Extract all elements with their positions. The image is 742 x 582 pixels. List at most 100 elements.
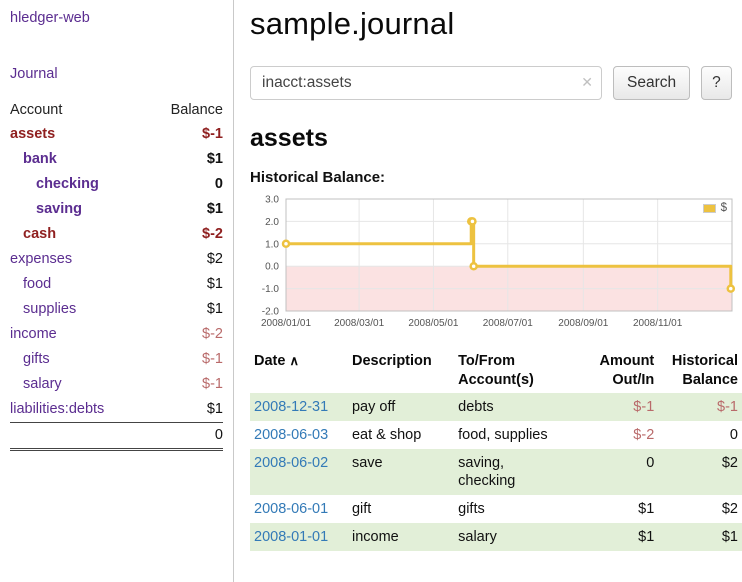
help-button[interactable]: ? (701, 66, 732, 100)
search-bar: ✕ Search ? (250, 66, 742, 100)
transaction-description: pay off (348, 393, 454, 421)
accounts-col-balance: Balance (147, 98, 223, 122)
transaction-date-link[interactable]: 2008-06-01 (254, 501, 328, 517)
transaction-description: save (348, 449, 454, 495)
app-brand-link[interactable]: hledger-web (10, 10, 223, 26)
transaction-amount: $-2 (585, 421, 658, 449)
balance-chart-svg: 3.02.01.00.0-1.0-2.02008/01/012008/03/01… (250, 191, 742, 333)
account-balance: $-1 (202, 126, 223, 142)
nav-journal-link[interactable]: Journal (10, 66, 223, 82)
register-col-date[interactable]: Date∧ (250, 349, 348, 393)
transaction-accounts: debts (454, 393, 585, 421)
account-balance: $-2 (202, 226, 223, 242)
account-balance: $1 (207, 276, 223, 292)
account-link[interactable]: salary (10, 376, 62, 393)
register-row: 2008-01-01 income salary $1 $1 (250, 523, 742, 551)
page-title: sample.journal (250, 6, 742, 42)
transaction-date-link[interactable]: 2008-12-31 (254, 399, 328, 415)
transaction-balance: $1 (658, 523, 742, 551)
search-button[interactable]: Search (613, 66, 690, 100)
transaction-accounts: gifts (454, 495, 585, 523)
account-link[interactable]: food (10, 276, 51, 293)
account-link[interactable]: bank (10, 151, 57, 168)
account-balance: 0 (215, 176, 223, 192)
account-link[interactable]: saving (10, 201, 82, 218)
sort-asc-icon: ∧ (289, 353, 299, 368)
account-balance: $1 (207, 151, 223, 167)
account-balance: $-1 (202, 376, 223, 392)
transaction-balance: $2 (658, 449, 742, 495)
register-row: 2008-06-01 gift gifts $1 $2 (250, 495, 742, 523)
accounts-table: Account Balance assets $-1 bank $1 check… (10, 98, 223, 451)
svg-text:-2.0: -2.0 (262, 307, 280, 318)
account-row: checking 0 (10, 172, 223, 197)
clear-search-icon[interactable]: ✕ (581, 74, 593, 91)
svg-text:3.0: 3.0 (265, 195, 279, 206)
accounts-col-account: Account (10, 98, 147, 122)
legend-label: $ (721, 202, 727, 214)
account-link[interactable]: income (10, 326, 57, 343)
register-col-account: To/From Account(s) (454, 349, 585, 393)
account-row: saving $1 (10, 197, 223, 222)
register-col-description: Description (348, 349, 454, 393)
svg-text:2008/05/01: 2008/05/01 (408, 318, 458, 329)
account-balance: $-1 (202, 351, 223, 367)
account-heading: assets (250, 124, 742, 153)
transaction-date-link[interactable]: 2008-01-01 (254, 529, 328, 545)
svg-text:2008/11/01: 2008/11/01 (633, 318, 683, 329)
account-row: food $1 (10, 272, 223, 297)
account-row: supplies $1 (10, 297, 223, 322)
accounts-table-header: Account Balance (10, 98, 223, 122)
transaction-balance: $2 (658, 495, 742, 523)
account-balance: $-2 (202, 326, 223, 342)
register-col-balance: Historical Balance (658, 349, 742, 393)
register-table-body: 2008-12-31 pay off debts $-1 $-1 2008-06… (250, 393, 742, 551)
account-row: income $-2 (10, 322, 223, 347)
account-link[interactable]: supplies (10, 301, 76, 318)
register-col-amount: Amount Out/In (585, 349, 658, 393)
account-link[interactable]: checking (10, 176, 99, 193)
register-row: 2008-12-31 pay off debts $-1 $-1 (250, 393, 742, 421)
svg-text:2008/01/01: 2008/01/01 (261, 318, 311, 329)
account-balance: $1 (207, 201, 223, 217)
svg-text:0.0: 0.0 (265, 262, 279, 273)
account-balance: $2 (207, 251, 223, 267)
transaction-amount: $1 (585, 523, 658, 551)
legend-swatch-icon (703, 204, 716, 213)
account-row: bank $1 (10, 147, 223, 172)
transaction-balance: 0 (658, 421, 742, 449)
account-link[interactable]: cash (10, 226, 56, 243)
svg-text:1.0: 1.0 (265, 239, 279, 250)
transaction-accounts: saving, checking (454, 449, 585, 495)
account-row: expenses $2 (10, 247, 223, 272)
transaction-description: gift (348, 495, 454, 523)
account-row: cash $-2 (10, 222, 223, 247)
account-link[interactable]: assets (10, 126, 55, 143)
accounts-total: 0 (147, 423, 223, 450)
account-row: assets $-1 (10, 122, 223, 147)
transaction-accounts: salary (454, 523, 585, 551)
svg-text:-1.0: -1.0 (262, 284, 280, 295)
transaction-date-link[interactable]: 2008-06-02 (254, 455, 328, 471)
svg-text:2.0: 2.0 (265, 217, 279, 228)
search-field-wrap: ✕ (250, 66, 602, 100)
transaction-amount: 0 (585, 449, 658, 495)
register-table: Date∧ Description To/From Account(s) Amo… (250, 349, 742, 551)
svg-text:2008/07/01: 2008/07/01 (483, 318, 533, 329)
account-link[interactable]: expenses (10, 251, 72, 268)
search-input[interactable] (250, 66, 602, 100)
account-row: gifts $-1 (10, 347, 223, 372)
transaction-amount: $1 (585, 495, 658, 523)
account-row: salary $-1 (10, 372, 223, 397)
account-balance: $1 (207, 301, 223, 317)
svg-text:2008/09/01: 2008/09/01 (558, 318, 608, 329)
account-link[interactable]: gifts (10, 351, 50, 368)
transaction-accounts: food, supplies (454, 421, 585, 449)
transaction-description: eat & shop (348, 421, 454, 449)
transaction-date-link[interactable]: 2008-06-03 (254, 427, 328, 443)
accounts-table-footer: 0 (10, 423, 223, 450)
chart-heading: Historical Balance: (250, 169, 742, 186)
transaction-balance: $-1 (658, 393, 742, 421)
transaction-amount: $-1 (585, 393, 658, 421)
account-link[interactable]: liabilities:debts (10, 401, 104, 418)
